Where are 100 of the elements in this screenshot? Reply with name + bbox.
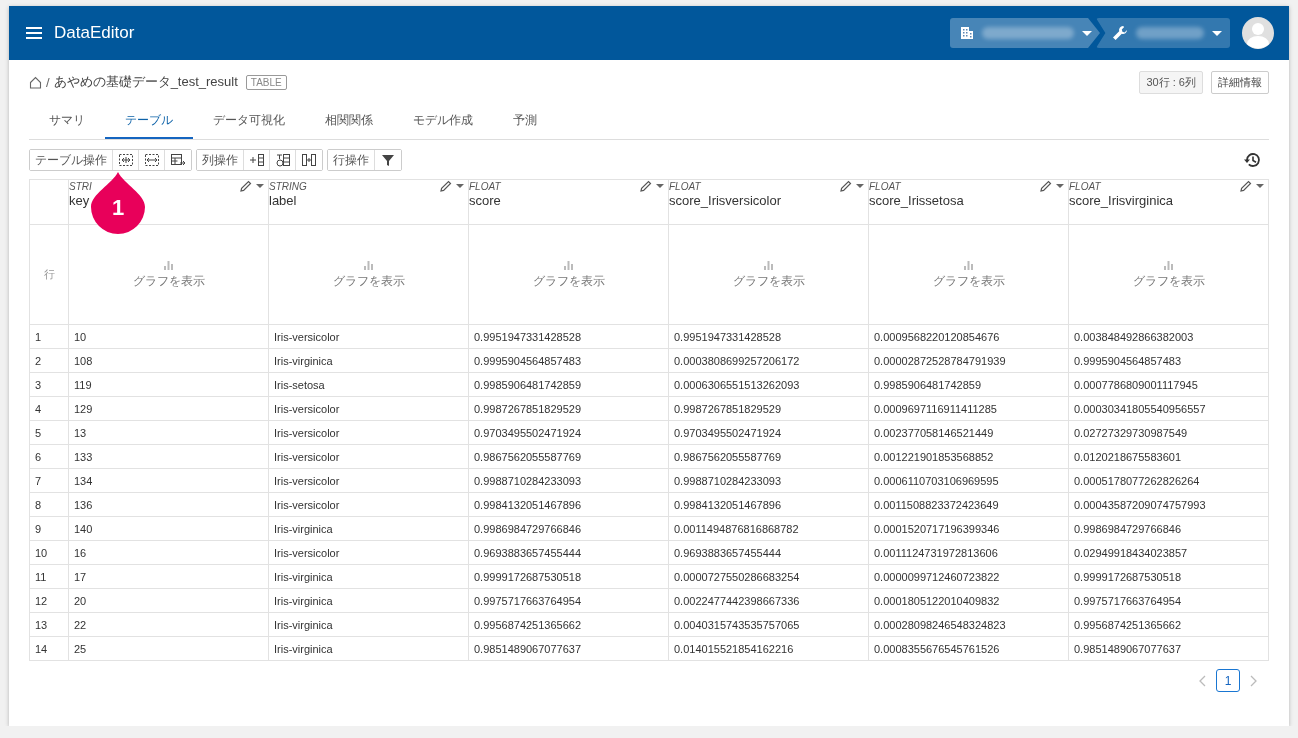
table-cell: 0.9956874251365662 (1068, 612, 1269, 637)
column-type: FLOAT (669, 180, 701, 192)
table-cell: 108 (68, 348, 269, 373)
table-cell: 0.9703495502471924 (668, 420, 869, 445)
table-cell: 0.0003808699257206172 (668, 348, 869, 373)
column-type: STRI (69, 180, 92, 192)
callout-badge: 1 (91, 172, 145, 234)
caret-icon[interactable] (1256, 184, 1264, 188)
column-type: FLOAT (469, 180, 501, 192)
row-number: 13 (29, 612, 69, 637)
bar-chart-icon (764, 260, 773, 270)
type-badge: TABLE (245, 74, 287, 90)
details-button[interactable]: 詳細情報 (1211, 70, 1269, 94)
table-cell: 0.00043587209074757993 (1068, 492, 1269, 517)
row-header: 行 (29, 224, 69, 325)
caret-icon[interactable] (656, 184, 664, 188)
table-cell: 0.0009568220120854676 (868, 324, 1069, 349)
table-cell: Iris-versicolor (268, 420, 469, 445)
add-column-icon (248, 152, 265, 168)
tab[interactable]: テーブル (105, 104, 193, 139)
tab[interactable]: データ可視化 (193, 104, 305, 139)
show-graph-link[interactable]: グラフを表示 (732, 260, 805, 290)
caret-icon[interactable] (256, 184, 264, 188)
history-icon[interactable] (1243, 151, 1261, 169)
table-cell: 129 (68, 396, 269, 421)
column-name: key (69, 193, 90, 208)
table-cell: Iris-virginica (268, 636, 469, 661)
avatar-icon[interactable] (1242, 17, 1274, 49)
filter-icon (380, 152, 396, 168)
show-graph-link[interactable]: グラフを表示 (132, 260, 205, 290)
table-cell: 0.9987267851829529 (468, 396, 669, 421)
organization-dropdown[interactable] (950, 18, 1100, 48)
caret-icon[interactable] (456, 184, 464, 188)
table-cell: 0.9985906481742859 (468, 372, 669, 397)
tool-group-button[interactable]: 行操作 (328, 150, 375, 170)
table-cell: 0.9984132051467896 (668, 492, 869, 517)
table-cell: Iris-versicolor (268, 324, 469, 349)
table-cell: 0.00030341805540956557 (1068, 396, 1269, 421)
bar-chart-icon (964, 260, 973, 270)
row-number: 2 (29, 348, 69, 373)
breadcrumb-separator: / (46, 74, 50, 90)
table-cell: 0.9975717663764954 (468, 588, 669, 613)
caret-icon (1212, 30, 1222, 36)
tool-group-button[interactable]: テーブル操作 (30, 150, 113, 170)
caret-icon[interactable] (856, 184, 864, 188)
column-type: STRING (269, 180, 307, 192)
home-icon[interactable] (29, 75, 42, 89)
pencil-icon[interactable] (840, 180, 852, 192)
show-graph-link[interactable]: グラフを表示 (932, 260, 1005, 290)
table-cell: 25 (68, 636, 269, 661)
table-cell: 0.9999172687530518 (468, 564, 669, 589)
tab[interactable]: モデル作成 (393, 104, 493, 139)
table-export-icon (170, 152, 186, 168)
tool-group-button[interactable]: 列操作 (197, 150, 244, 170)
pencil-icon[interactable] (1240, 180, 1252, 192)
table-cell: 0.0011124731972813606 (868, 540, 1069, 565)
table-cell: 0.0006110703106969595 (868, 468, 1069, 493)
table-cell: 0.9995904564857483 (468, 348, 669, 373)
table-cell: 0.9867562055587769 (468, 444, 669, 469)
menu-icon[interactable] (26, 27, 42, 39)
show-graph-link[interactable]: グラフを表示 (332, 260, 405, 290)
tab[interactable]: サマリ (29, 104, 105, 139)
table-cell: Iris-virginica (268, 588, 469, 613)
table-cell: 140 (68, 516, 269, 541)
caret-icon[interactable] (1056, 184, 1064, 188)
project-dropdown[interactable] (1096, 18, 1230, 48)
table-cell: 0.9693883657455444 (468, 540, 669, 565)
table-cell: 0.0000099712460723822 (868, 564, 1069, 589)
page-button[interactable]: 1 (1216, 669, 1240, 692)
table-cell: 0.02949918434023857 (1068, 540, 1269, 565)
table-cell: 0.9975717663764954 (1068, 588, 1269, 613)
merge-columns-icon (301, 152, 317, 168)
caret-icon (1082, 30, 1092, 36)
tab[interactable]: 相関関係 (305, 104, 393, 139)
tab[interactable]: 予測 (493, 104, 557, 139)
pencil-icon[interactable] (640, 180, 652, 192)
table-cell: 0.9985906481742859 (868, 372, 1069, 397)
table-cell: 0.9988710284233093 (468, 468, 669, 493)
pencil-icon[interactable] (1040, 180, 1052, 192)
table-cell: 0.0120218675583601 (1068, 444, 1269, 469)
pencil-icon[interactable] (240, 180, 252, 192)
table-cell: 0.014015521854162216 (668, 636, 869, 661)
table-cell: 0.9867562055587769 (668, 444, 869, 469)
column-name: score_Irissetosa (869, 193, 964, 208)
table-cell: 16 (68, 540, 269, 565)
size-chip: 30行 : 6列 (1139, 70, 1203, 94)
table-cell: 0.9986984729766846 (468, 516, 669, 541)
table-cell: 0.0001520717196399346 (868, 516, 1069, 541)
table-cell: 0.0011508823372423649 (868, 492, 1069, 517)
table-cell: 0.9988710284233093 (668, 468, 869, 493)
row-number: 10 (29, 540, 69, 565)
show-graph-link[interactable]: グラフを表示 (532, 260, 605, 290)
table-cell: 0.9951947331428528 (468, 324, 669, 349)
table-cell: Iris-versicolor (268, 468, 469, 493)
pencil-icon[interactable] (440, 180, 452, 192)
show-graph-link[interactable]: グラフを表示 (1132, 260, 1205, 290)
table-cell: 0.002377058146521449 (868, 420, 1069, 445)
table-cell: 0.9851489067077637 (1068, 636, 1269, 661)
table-cell: 0.0000727550286683254 (668, 564, 869, 589)
column-name: score_Irisvirginica (1069, 193, 1174, 208)
